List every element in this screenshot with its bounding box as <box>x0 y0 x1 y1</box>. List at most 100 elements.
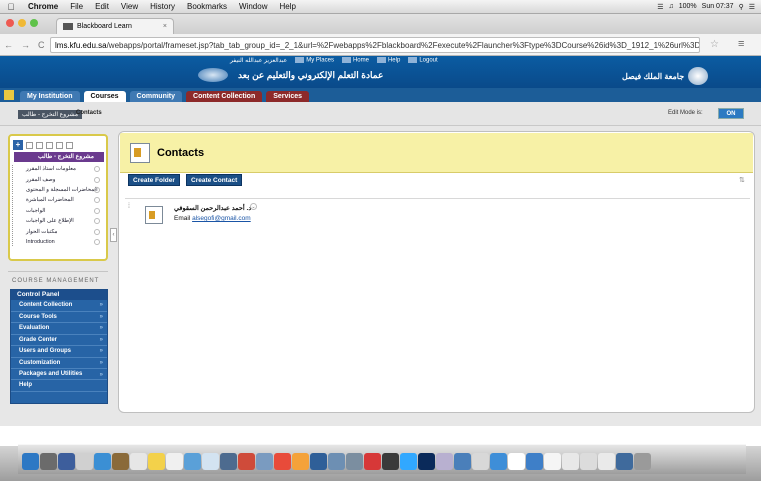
link-home[interactable]: Home <box>341 57 369 64</box>
item-options-icon[interactable] <box>94 207 100 214</box>
item-options-icon[interactable] <box>94 218 100 225</box>
messages-icon[interactable] <box>220 452 237 470</box>
course-menu-title[interactable]: مشروع التخرج - طالب <box>14 152 104 162</box>
ibooks-icon[interactable] <box>274 452 291 470</box>
close-window-icon[interactable] <box>6 19 14 27</box>
course-menu-item[interactable]: الإطلاع على الواجبات <box>10 216 106 226</box>
item-options-icon[interactable] <box>94 197 100 204</box>
edit-mode-toggle[interactable]: ON <box>718 108 744 119</box>
control-panel-title[interactable]: Control Panel <box>11 290 107 300</box>
drag-handle-icon[interactable]: ⁞ <box>128 203 130 210</box>
bookmark-star-icon[interactable]: ☆ <box>710 39 719 50</box>
contact-email-link[interactable]: alsegofi@gmail.com <box>192 215 251 222</box>
document-icon[interactable] <box>562 452 579 470</box>
drag-handle[interactable] <box>12 216 16 226</box>
folder-view-icon[interactable] <box>36 141 43 149</box>
cp-item-help[interactable]: Help <box>11 380 107 392</box>
clock[interactable]: Sun 07:37 <box>702 3 734 10</box>
cp-item-content-collection[interactable]: Content Collection » <box>11 300 107 312</box>
list-view-icon[interactable] <box>46 141 53 149</box>
itunes-icon[interactable] <box>256 452 273 470</box>
downloads-stack-icon[interactable] <box>616 452 633 470</box>
skype-icon[interactable] <box>346 452 363 470</box>
document-icon[interactable] <box>508 452 525 470</box>
launchpad-icon[interactable] <box>40 452 57 470</box>
tab-content-collection[interactable]: Content Collection <box>186 91 263 102</box>
menu-bookmarks[interactable]: Bookmarks <box>181 2 233 11</box>
course-menu-item[interactable]: مكتبات الحوار <box>10 226 106 237</box>
apple-icon[interactable]:  <box>0 2 22 12</box>
contacts-app-icon[interactable] <box>112 452 129 470</box>
browser-tab[interactable]: Blackboard Learn × <box>56 18 174 34</box>
drag-handle[interactable] <box>12 227 16 237</box>
finder-icon[interactable] <box>22 452 39 470</box>
safari-icon[interactable] <box>76 452 93 470</box>
menu-file[interactable]: File <box>64 2 89 11</box>
drag-handle[interactable] <box>12 185 16 195</box>
breadcrumb-course[interactable]: مشروع التخرج - طالب <box>18 110 83 119</box>
sort-items-icon[interactable]: ⇅ <box>739 176 745 184</box>
course-menu-item[interactable]: وصف المقرر <box>10 174 106 185</box>
cp-item-users-groups[interactable]: Users and Groups » <box>11 346 107 358</box>
item-options-icon[interactable] <box>94 166 100 173</box>
photoshop-icon[interactable] <box>400 452 417 470</box>
tab-community[interactable]: Community <box>129 91 183 102</box>
course-menu-item[interactable]: Introduction <box>10 237 106 247</box>
sort-icon[interactable] <box>66 141 73 149</box>
contact-options-icon[interactable]: ⌄ <box>250 203 257 210</box>
document-icon[interactable] <box>544 452 561 470</box>
chrome-dock-icon[interactable] <box>328 452 345 470</box>
wifi-icon[interactable]: ☰ <box>657 3 663 11</box>
collapse-menu-toggle[interactable]: ‹ <box>110 228 117 242</box>
drag-handle[interactable] <box>12 175 16 185</box>
link-help[interactable]: Help <box>376 57 400 64</box>
menu-app-name[interactable]: Chrome <box>22 2 64 11</box>
link-logout[interactable]: Logout <box>408 57 438 64</box>
photoshop-cc-icon[interactable] <box>418 452 435 470</box>
system-preferences-icon[interactable] <box>310 452 327 470</box>
mail-icon[interactable] <box>94 452 111 470</box>
calendar-icon[interactable] <box>130 452 147 470</box>
folder-icon[interactable] <box>526 452 543 470</box>
item-options-icon[interactable] <box>94 238 100 245</box>
reminders-icon[interactable] <box>166 452 183 470</box>
preview-icon[interactable] <box>436 452 453 470</box>
mission-control-icon[interactable] <box>58 452 75 470</box>
cp-item-course-tools[interactable]: Course Tools » <box>11 312 107 323</box>
course-menu-item[interactable]: الواجبات <box>10 206 106 216</box>
menu-window[interactable]: Window <box>233 2 273 11</box>
drag-handle[interactable] <box>12 237 16 247</box>
cp-item-customization[interactable]: Customization » <box>11 358 107 369</box>
zoom-window-icon[interactable] <box>30 19 38 27</box>
menu-edit[interactable]: Edit <box>89 2 115 11</box>
course-menu-item[interactable]: المحاضرات المباشرة <box>10 195 106 205</box>
create-contact-button[interactable]: Create Contact <box>186 174 243 186</box>
tab-my-institution[interactable]: My Institution <box>20 91 80 102</box>
refresh-icon[interactable] <box>26 141 33 149</box>
create-folder-button[interactable]: Create Folder <box>128 174 180 186</box>
trash-icon[interactable] <box>634 452 651 470</box>
add-menu-item-icon[interactable]: + <box>13 140 23 150</box>
cp-item-packages[interactable]: Packages and Utilities » <box>11 369 107 380</box>
tab-home-icon[interactable] <box>4 90 14 100</box>
folder-icon[interactable] <box>490 452 507 470</box>
item-options-icon[interactable] <box>94 176 100 183</box>
back-icon[interactable]: ← <box>0 40 17 50</box>
menu-view[interactable]: View <box>115 2 144 11</box>
app-store-icon[interactable] <box>292 452 309 470</box>
document-icon[interactable] <box>580 452 597 470</box>
facetime-icon[interactable] <box>238 452 255 470</box>
notes-icon[interactable] <box>148 452 165 470</box>
document-icon[interactable] <box>598 452 615 470</box>
adobe-acrobat-icon[interactable] <box>364 452 381 470</box>
minimize-window-icon[interactable] <box>18 19 26 27</box>
app-icon[interactable] <box>454 452 471 470</box>
drag-handle[interactable] <box>12 195 16 205</box>
tab-courses[interactable]: Courses <box>83 91 126 102</box>
spotlight-icon[interactable]: ⚲ <box>739 3 744 11</box>
menu-history[interactable]: History <box>144 2 181 11</box>
tab-services[interactable]: Services <box>266 91 310 102</box>
item-options-icon[interactable] <box>94 228 100 235</box>
link-my-places[interactable]: My Places <box>295 57 334 64</box>
lightroom-icon[interactable] <box>382 452 399 470</box>
